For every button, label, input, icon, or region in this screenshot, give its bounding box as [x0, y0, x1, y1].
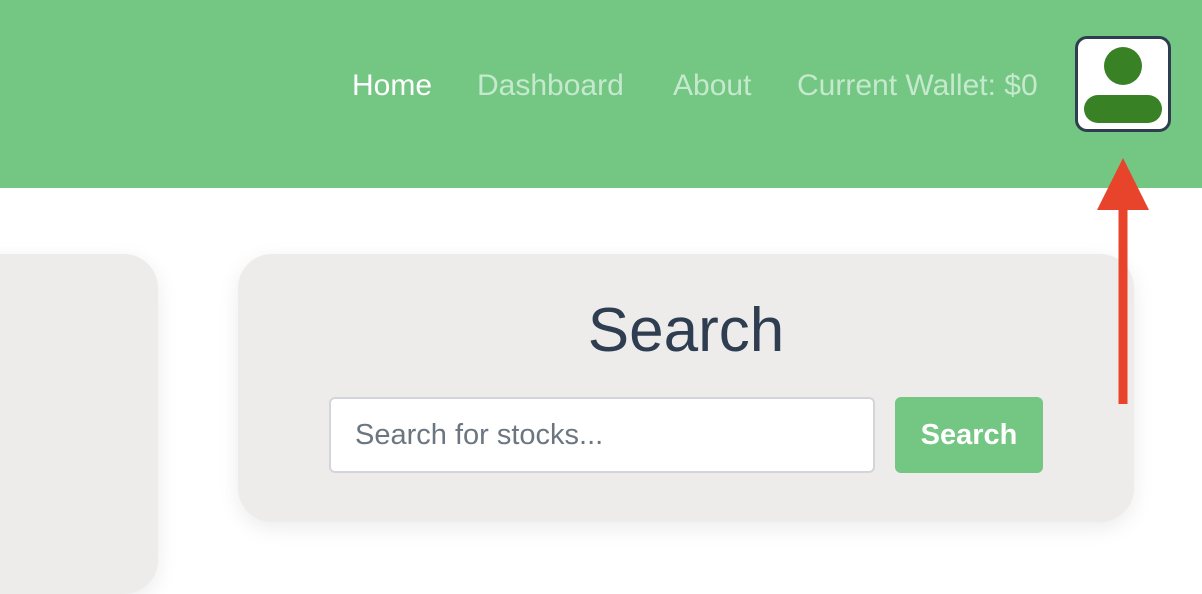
profile-avatar-button[interactable] [1075, 36, 1171, 132]
stock-search-input[interactable] [329, 397, 875, 473]
nav-link-dashboard[interactable]: Dashboard [477, 66, 624, 106]
search-button[interactable]: Search [895, 397, 1043, 473]
nav-link-about[interactable]: About [673, 66, 751, 106]
nav-link-home[interactable]: Home [352, 66, 432, 106]
search-card: Search Search [238, 254, 1134, 522]
current-wallet-label: Current Wallet: $0 [797, 69, 1038, 102]
user-icon [1084, 47, 1162, 123]
search-title: Search [587, 296, 785, 365]
left-panel-card [0, 254, 158, 594]
top-navbar: Home Dashboard About Current Wallet: $0 [0, 0, 1202, 188]
